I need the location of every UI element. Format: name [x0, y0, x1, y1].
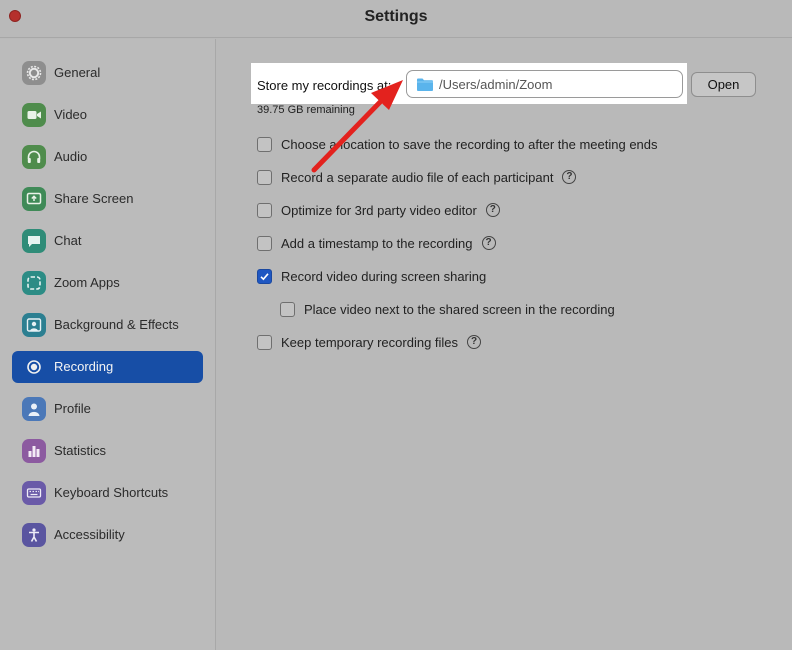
- sidebar-item-label: Zoom Apps: [54, 275, 120, 290]
- share-screen-icon: [22, 187, 46, 211]
- keyboard-icon: [22, 481, 46, 505]
- option-label: Record video during screen sharing: [281, 268, 487, 284]
- settings-sidebar: General Video Audio Share Screen Chat Zo…: [0, 39, 216, 650]
- store-location-highlight: Store my recordings at: /Users/admin/Zoo…: [251, 63, 687, 104]
- sidebar-item-label: Profile: [54, 401, 91, 416]
- help-question-icon[interactable]: ?: [481, 236, 496, 250]
- checkbox[interactable]: [257, 334, 272, 350]
- storage-remaining: 39.75 GB remaining: [257, 104, 355, 116]
- headphones-icon: [22, 145, 46, 169]
- sidebar-item-audio[interactable]: Audio: [12, 141, 203, 173]
- open-folder-button[interactable]: Open: [691, 72, 756, 97]
- sidebar-item-accessibility[interactable]: Accessibility: [12, 519, 203, 551]
- option-label: Optimize for 3rd party video editor: [281, 202, 477, 218]
- sidebar-item-statistics[interactable]: Statistics: [12, 435, 203, 467]
- window-title: Settings: [364, 8, 428, 25]
- gear-icon: [22, 61, 46, 85]
- option-choose-location[interactable]: Choose a location to save the recording …: [257, 135, 658, 153]
- help-question-icon[interactable]: ?: [467, 335, 482, 349]
- accessibility-icon: [22, 523, 46, 547]
- sidebar-item-share-screen[interactable]: Share Screen: [12, 183, 203, 215]
- option-label: Record a separate audio file of each par…: [281, 169, 554, 185]
- checkbox[interactable]: [257, 136, 272, 152]
- sidebar-item-chat[interactable]: Chat: [12, 225, 203, 257]
- sidebar-item-video[interactable]: Video: [12, 99, 203, 131]
- sidebar-item-background-effects[interactable]: Background & Effects: [12, 309, 203, 341]
- person-icon: [22, 397, 46, 421]
- sidebar-item-profile[interactable]: Profile: [12, 393, 203, 425]
- title-bar: Settings: [0, 0, 792, 38]
- recording-path-field[interactable]: /Users/admin/Zoom: [406, 70, 683, 98]
- video-camera-icon: [22, 103, 46, 127]
- sidebar-item-zoom-apps[interactable]: Zoom Apps: [12, 267, 203, 299]
- background-person-icon: [22, 313, 46, 337]
- chat-bubble-icon: [22, 229, 46, 253]
- option-timestamp[interactable]: Add a timestamp to the recording ?: [257, 234, 496, 252]
- sidebar-item-label: Video: [54, 107, 88, 122]
- checkbox[interactable]: [280, 301, 295, 317]
- option-label: Keep temporary recording files: [281, 334, 459, 350]
- sidebar-item-label: Chat: [54, 233, 82, 248]
- record-icon: [22, 355, 46, 379]
- apps-icon: [22, 271, 46, 295]
- option-label: Choose a location to save the recording …: [281, 136, 658, 152]
- recording-path-text: /Users/admin/Zoom: [439, 77, 553, 92]
- option-label: Place video next to the shared screen in…: [304, 301, 615, 317]
- option-label: Add a timestamp to the recording: [281, 235, 473, 251]
- folder-icon: [417, 78, 433, 91]
- sidebar-item-label: General: [54, 65, 101, 80]
- sidebar-item-label: Background & Effects: [54, 317, 179, 332]
- help-question-icon[interactable]: ?: [485, 203, 500, 217]
- recording-settings-panel: Store my recordings at: /Users/admin/Zoo…: [217, 39, 792, 650]
- sidebar-item-label: Statistics: [54, 443, 107, 458]
- option-place-video-next[interactable]: Place video next to the shared screen in…: [280, 300, 615, 318]
- option-optimize-editor[interactable]: Optimize for 3rd party video editor ?: [257, 201, 500, 219]
- sidebar-item-keyboard-shortcuts[interactable]: Keyboard Shortcuts: [12, 477, 203, 509]
- checkbox[interactable]: [257, 169, 272, 185]
- checkmark-icon: [260, 272, 269, 280]
- sidebar-item-label: Keyboard Shortcuts: [54, 485, 169, 500]
- option-separate-audio[interactable]: Record a separate audio file of each par…: [257, 168, 577, 186]
- sidebar-item-recording[interactable]: Recording: [12, 351, 203, 383]
- option-keep-temp-files[interactable]: Keep temporary recording files ?: [257, 333, 482, 351]
- sidebar-item-label: Audio: [54, 149, 88, 164]
- option-record-video-sharing[interactable]: Record video during screen sharing: [257, 267, 486, 285]
- help-question-icon[interactable]: ?: [562, 170, 577, 184]
- checkbox[interactable]: [257, 235, 272, 251]
- checkbox-checked[interactable]: [257, 268, 272, 284]
- checkbox[interactable]: [257, 202, 272, 218]
- bar-chart-icon: [22, 439, 46, 463]
- sidebar-item-label: Recording: [54, 359, 114, 374]
- sidebar-item-general[interactable]: General: [12, 57, 203, 89]
- sidebar-item-label: Share Screen: [54, 191, 134, 206]
- store-location-label: Store my recordings at:: [257, 78, 392, 93]
- sidebar-item-label: Accessibility: [54, 527, 125, 542]
